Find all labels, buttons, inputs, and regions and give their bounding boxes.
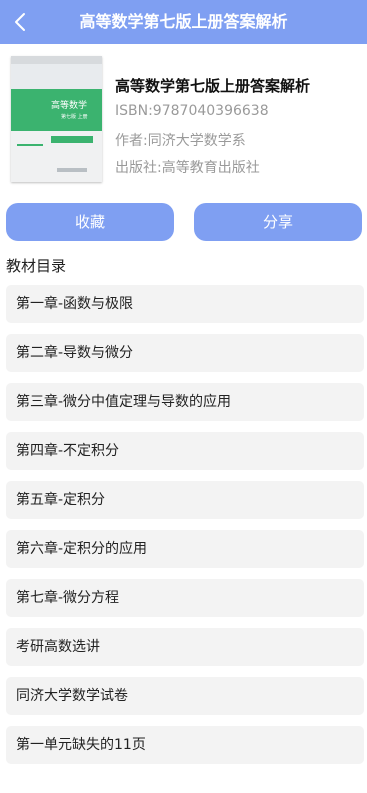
share-button[interactable]: 分享: [194, 203, 362, 241]
book-publisher: 出版社:高等教育出版社: [115, 160, 260, 176]
back-button[interactable]: [6, 6, 34, 38]
cover-title: 高等数学: [51, 101, 88, 111]
catalog-item-chapter-3[interactable]: 第三章-微分中值定理与导数的应用: [6, 383, 364, 421]
catalog-item-missing-pages[interactable]: 第一单元缺失的11页: [6, 726, 364, 764]
catalog-list: 第一章-函数与极限 第二章-导数与微分 第三章-微分中值定理与导数的应用 第四章…: [6, 285, 364, 775]
catalog-item-chapter-2[interactable]: 第二章-导数与微分: [6, 334, 364, 372]
catalog-item-chapter-4[interactable]: 第四章-不定积分: [6, 432, 364, 470]
page-title: 高等数学第七版上册答案解析: [79, 12, 288, 31]
cover-subtitle: 第七版 上册: [61, 114, 88, 120]
catalog-item-chapter-7[interactable]: 第七章-微分方程: [6, 579, 364, 617]
catalog-item-chapter-1[interactable]: 第一章-函数与极限: [6, 285, 364, 323]
book-cover-image: 高等数学 第七版 上册: [11, 56, 102, 182]
catalog-item-chapter-5[interactable]: 第五章-定积分: [6, 481, 364, 519]
chevron-left-icon: [15, 13, 25, 31]
book-author: 作者:同济大学数学系: [115, 133, 246, 149]
book-info-panel: 高等数学 第七版 上册 高等数学第七版上册答案解析 ISBN:978704039…: [0, 44, 367, 192]
catalog-item-chapter-6[interactable]: 第六章-定积分的应用: [6, 530, 364, 568]
book-title: 高等数学第七版上册答案解析: [115, 77, 311, 95]
app-header: 高等数学第七版上册答案解析: [0, 0, 367, 44]
catalog-item-test-papers[interactable]: 同济大学数学试卷: [6, 677, 364, 715]
catalog-title: 教材目录: [6, 257, 67, 275]
catalog-item-exam-review[interactable]: 考研高数选讲: [6, 628, 364, 666]
cover-accent-line: [17, 144, 43, 146]
cover-publisher-mark: [57, 168, 87, 172]
cover-author-band: [51, 136, 93, 143]
cover-top-strip: [11, 56, 102, 64]
favorite-button[interactable]: 收藏: [6, 203, 174, 241]
book-isbn: ISBN:9787040396638: [115, 103, 269, 119]
